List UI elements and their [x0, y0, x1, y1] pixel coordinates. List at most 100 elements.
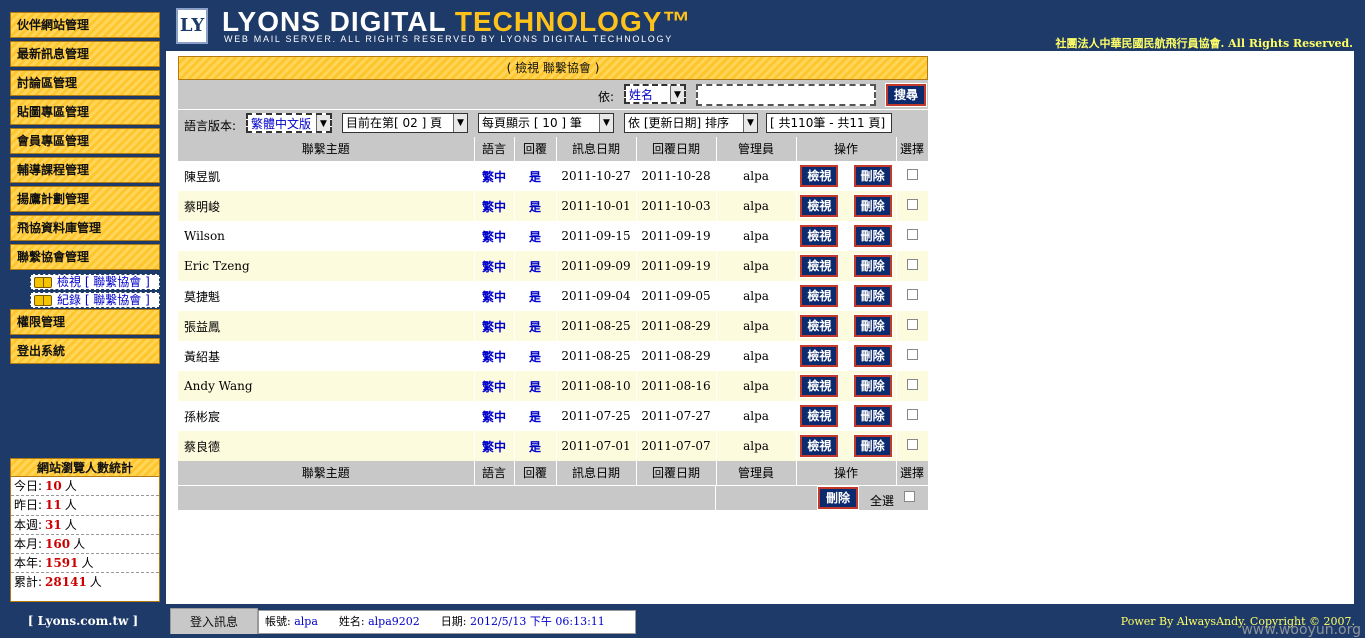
cell-reply-date: 2011-07-07	[636, 431, 717, 461]
session-info: 帳號: alpa 姓名: alpa9202 日期: 2012/5/13 下午 0…	[258, 610, 636, 634]
delete-button[interactable]: 刪除	[852, 164, 893, 189]
sidebar: 伙伴網站管理 最新訊息管理 討論區管理 貼圖專區管理 會員專區管理 輔導課程管理…	[0, 0, 166, 604]
view-button[interactable]: 檢視	[799, 254, 840, 278]
cell-topic: 黃紹基	[178, 341, 475, 371]
cell-admin: alpa	[716, 431, 797, 461]
table-row: 蔡良德 繁中是 2011-07-01 2011-07-07 alpa 檢視 刪除	[178, 431, 929, 461]
sidebar-item-news[interactable]: 最新訊息管理	[10, 41, 160, 67]
view-button[interactable]: 檢視	[799, 374, 840, 398]
rights-notice: 社團法人中華民國民航飛行員協會. All Rights Reserved.	[1055, 37, 1353, 50]
sidebar-item-permissions[interactable]: 權限管理	[10, 309, 160, 335]
sidebar-item-gallery[interactable]: 貼圖專區管理	[10, 99, 160, 125]
stat-row-month: 本月: 160 人	[11, 535, 159, 555]
col-header-actions: 操作	[796, 137, 897, 162]
cell-message-date: 2011-08-25	[556, 311, 637, 341]
search-input[interactable]	[696, 84, 876, 106]
stat-row-total: 累計: 28141 人	[14, 575, 102, 590]
search-bar: 依: 姓名 ▼ 搜尋	[178, 80, 928, 110]
cell-actions: 檢視 刪除	[796, 161, 897, 191]
per-page-select[interactable]: 每頁顯示 [ 10 ] 筆 ▼	[478, 113, 614, 133]
col-header-select: 選擇	[896, 137, 929, 162]
table-row: 莫捷魁 繁中是 2011-09-04 2011-09-05 alpa 檢視 刪除	[178, 281, 929, 311]
cell-admin: alpa	[716, 251, 797, 281]
sidebar-item-eagle-plan[interactable]: 揚鷹計劃管理	[10, 186, 160, 212]
cell-select	[896, 341, 929, 371]
search-button[interactable]: 搜尋	[885, 83, 927, 107]
sidebar-item-contact[interactable]: 聯繫協會管理	[10, 244, 160, 270]
view-button[interactable]: 檢視	[799, 314, 840, 338]
tab-login-info[interactable]: 登入訊息	[170, 608, 258, 634]
brand-main: LYONS DIGITAL	[222, 6, 455, 37]
row-select-checkbox[interactable]	[906, 319, 918, 330]
delete-button[interactable]: 刪除	[852, 254, 893, 278]
sidebar-item-forum[interactable]: 討論區管理	[10, 70, 160, 96]
stats-title: 網站瀏覽人數統計	[11, 459, 159, 477]
row-select-checkbox[interactable]	[906, 439, 918, 450]
chevron-down-icon: ▼	[599, 114, 613, 132]
cell-topic: 張益鳳	[178, 311, 475, 341]
row-select-checkbox[interactable]	[906, 379, 918, 390]
view-button[interactable]: 檢視	[799, 284, 840, 308]
cell-language: 繁中	[474, 371, 515, 401]
sidebar-item-partner-sites[interactable]: 伙伴網站管理	[10, 12, 160, 38]
language-select[interactable]: 繁體中文版 ▼	[246, 113, 332, 133]
row-select-checkbox[interactable]	[906, 259, 918, 270]
sidebar-item-database[interactable]: 飛協資料庫管理	[10, 215, 160, 241]
row-select-checkbox[interactable]	[906, 409, 918, 420]
cell-reply: 是	[514, 311, 557, 341]
delete-button[interactable]: 刪除	[852, 374, 893, 398]
row-select-checkbox[interactable]	[906, 349, 918, 360]
cell-select	[896, 371, 929, 401]
row-select-checkbox[interactable]	[906, 169, 918, 181]
sidebar-item-logout[interactable]: 登出系統	[10, 338, 160, 364]
delete-button[interactable]: 刪除	[852, 404, 893, 428]
cell-language: 繁中	[474, 251, 515, 281]
view-button[interactable]: 檢視	[799, 164, 840, 189]
delete-button[interactable]: 刪除	[852, 284, 893, 308]
cell-reply: 是	[514, 371, 557, 401]
cell-reply: 是	[514, 281, 557, 311]
col-footer-reply-date: 回覆日期	[636, 461, 717, 486]
select-all-checkbox[interactable]	[904, 490, 915, 502]
view-button[interactable]: 檢視	[799, 404, 840, 428]
view-button[interactable]: 檢視	[799, 434, 840, 458]
book-icon	[34, 277, 52, 288]
cell-message-date: 2011-07-01	[556, 431, 637, 461]
cell-admin: alpa	[716, 371, 797, 401]
page-select[interactable]: 目前在第[ 02 ] 頁 ▼	[342, 113, 468, 133]
row-select-checkbox[interactable]	[906, 289, 918, 300]
delete-button[interactable]: 刪除	[852, 194, 893, 218]
language-label: 語言版本:	[184, 119, 237, 133]
sidebar-subitem-log-contact[interactable]: 紀錄 [ 聯繫協會 ]	[30, 292, 160, 308]
site-link[interactable]: [ Lyons.com.tw ]	[0, 604, 166, 638]
cell-topic: 莫捷魁	[178, 281, 475, 311]
table-row: Wilson 繁中是 2011-09-15 2011-09-19 alpa 檢視 刪除	[178, 221, 929, 251]
view-button[interactable]: 檢視	[799, 224, 840, 248]
col-header-message-date: 訊息日期	[556, 137, 637, 162]
table-row: 孫彬宸 繁中是 2011-07-25 2011-07-27 alpa 檢視 刪除	[178, 401, 929, 431]
account-value: alpa	[294, 615, 318, 628]
cell-select	[896, 191, 929, 221]
cell-actions: 檢視 刪除	[796, 341, 897, 371]
row-select-checkbox[interactable]	[906, 199, 918, 210]
table-row: 陳昱凱 繁中是 2011-10-27 2011-10-28 alpa 檢視 刪除	[178, 161, 929, 191]
search-field-select[interactable]: 姓名 ▼	[624, 84, 686, 104]
delete-button[interactable]: 刪除	[852, 314, 893, 338]
col-header-admin: 管理員	[716, 137, 797, 162]
delete-button[interactable]: 刪除	[852, 434, 893, 458]
row-select-checkbox[interactable]	[906, 229, 918, 240]
view-button[interactable]: 檢視	[799, 194, 840, 218]
bulk-delete-button[interactable]: 刪除	[817, 485, 859, 510]
sort-select[interactable]: 依 [更新日期] 排序 ▼	[624, 113, 758, 133]
table-header-row: 聯繫主題 語言 回覆 訊息日期 回覆日期 管理員 操作 選擇	[178, 137, 929, 162]
col-footer-message-date: 訊息日期	[556, 461, 637, 486]
cell-select	[896, 431, 929, 461]
sidebar-subitem-view-contact[interactable]: 檢視 [ 聯繫協會 ]	[30, 274, 160, 290]
delete-button[interactable]: 刪除	[852, 344, 893, 368]
cell-select	[896, 161, 929, 191]
sidebar-item-members[interactable]: 會員專區管理	[10, 128, 160, 154]
delete-button[interactable]: 刪除	[852, 224, 893, 248]
stat-row-week: 本週: 31 人	[11, 516, 159, 535]
sidebar-item-courses[interactable]: 輔導課程管理	[10, 157, 160, 183]
view-button[interactable]: 檢視	[799, 344, 840, 368]
